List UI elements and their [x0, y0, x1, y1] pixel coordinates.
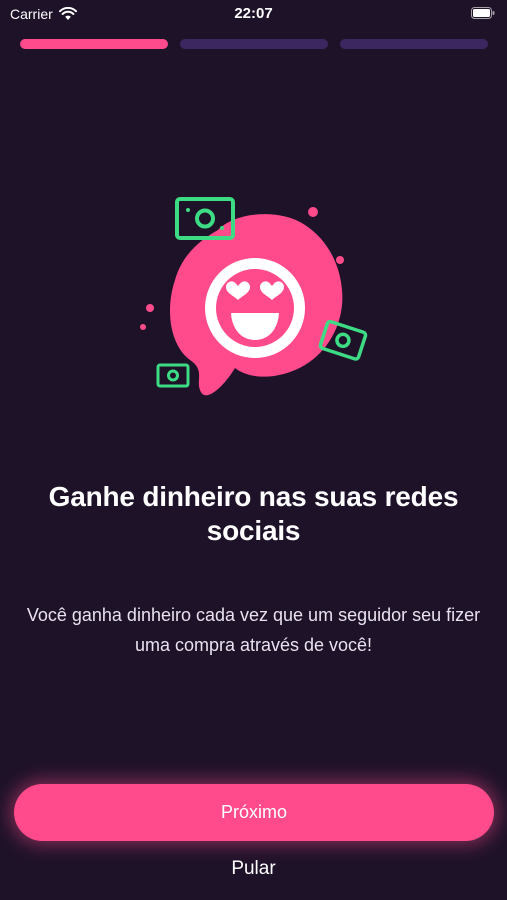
- status-time: 22:07: [234, 5, 273, 22]
- battery-icon: [471, 7, 495, 19]
- heart-eyes-money-illustration: [140, 197, 368, 396]
- money-note-bottom-left: [156, 363, 190, 388]
- progress-step-2: [180, 39, 328, 49]
- next-button[interactable]: Próximo: [14, 784, 494, 841]
- skip-button[interactable]: Pular: [0, 858, 507, 880]
- onboarding-title: Ganhe dinheiro nas suas redes sociais: [48, 481, 459, 546]
- status-bar: Carrier 22:07: [0, 0, 507, 30]
- onboarding-progress: [20, 39, 488, 49]
- progress-step-3: [340, 39, 488, 49]
- progress-step-1: [20, 39, 168, 49]
- emoji-face: [205, 258, 305, 358]
- onboarding-description: Você ganha dinheiro cada vez que um segu…: [26, 605, 481, 655]
